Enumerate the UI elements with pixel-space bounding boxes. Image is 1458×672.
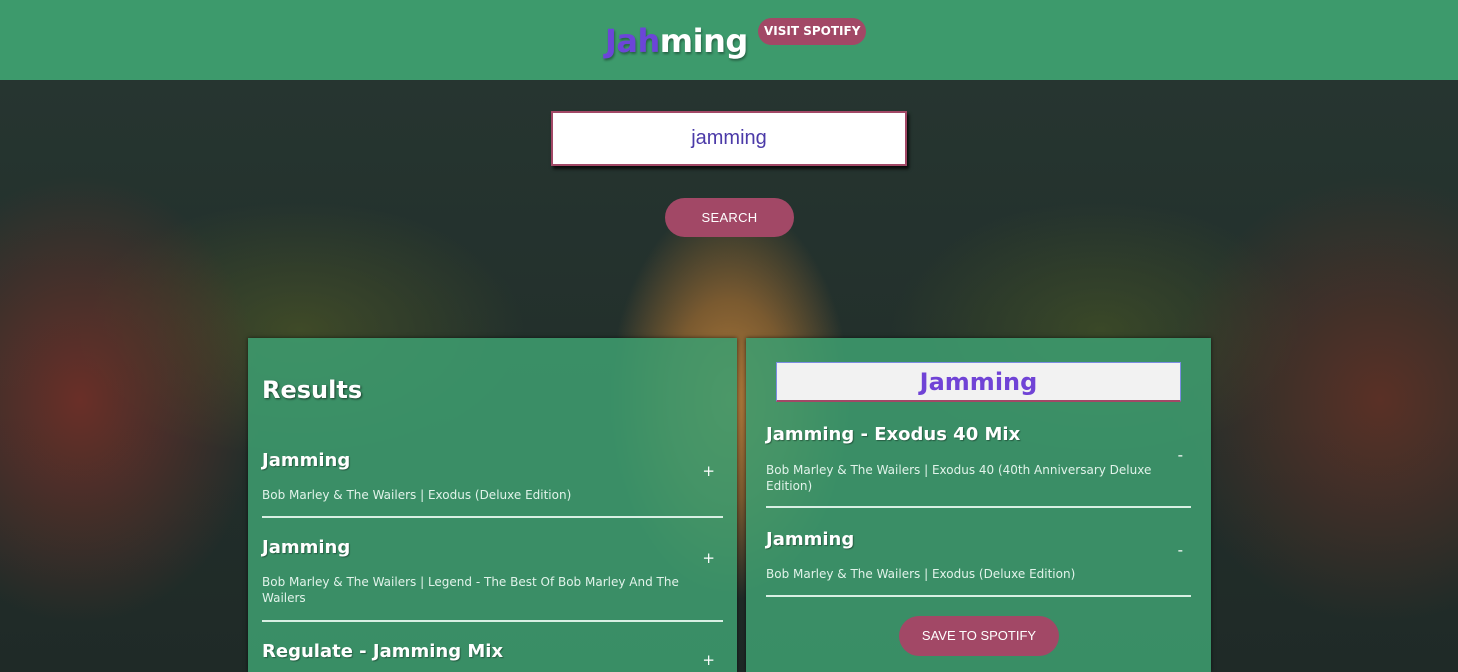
playlist-track: Jamming - Exodus 40 Mix Bob Marley & The…	[766, 424, 1191, 508]
add-track-button[interactable]: +	[702, 462, 715, 480]
app-logo: Jahming	[605, 22, 748, 60]
remove-track-button[interactable]: -	[1178, 446, 1183, 464]
track-info: Bob Marley & The Wailers | Exodus 40 (40…	[766, 463, 1152, 493]
track-info: Bob Marley & The Wailers | Exodus (Delux…	[766, 567, 1076, 581]
result-track: Jamming Bob Marley & The Wailers | Exodu…	[262, 450, 723, 518]
playlist-name-input[interactable]: Jamming	[776, 362, 1181, 402]
track-name: Regulate - Jamming Mix	[262, 641, 504, 662]
track-info: Bob Marley & The Wailers | Legend - The …	[262, 575, 679, 605]
track-name: Jamming	[262, 537, 351, 558]
playlist-panel: Jamming Jamming - Exodus 40 Mix Bob Marl…	[746, 338, 1211, 672]
visit-spotify-button[interactable]: VISIT SPOTIFY	[758, 18, 867, 45]
search-button[interactable]: SEARCH	[665, 198, 794, 237]
add-track-button[interactable]: +	[702, 549, 715, 567]
add-track-button[interactable]: +	[702, 651, 715, 669]
app-header: Jahming VISIT SPOTIFY	[0, 0, 1458, 80]
track-name: Jamming	[766, 529, 855, 550]
result-track: Jamming Bob Marley & The Wailers | Legen…	[262, 537, 723, 622]
track-name: Jamming - Exodus 40 Mix	[766, 424, 1021, 445]
search-input[interactable]: jamming	[551, 111, 907, 166]
save-to-spotify-button[interactable]: SAVE TO SPOTIFY	[899, 616, 1059, 656]
remove-track-button[interactable]: -	[1178, 541, 1183, 559]
track-info: Bob Marley & The Wailers | Exodus (Delux…	[262, 488, 572, 502]
result-track: Regulate - Jamming Mix +	[262, 641, 723, 672]
playlist-track: Jamming Bob Marley & The Wailers | Exodu…	[766, 529, 1191, 597]
logo-part-jah: Jah	[605, 22, 660, 60]
logo-part-ming: ming	[659, 22, 749, 60]
results-panel: Results Jamming Bob Marley & The Wailers…	[248, 338, 737, 672]
results-title: Results	[262, 376, 363, 404]
track-name: Jamming	[262, 450, 351, 471]
